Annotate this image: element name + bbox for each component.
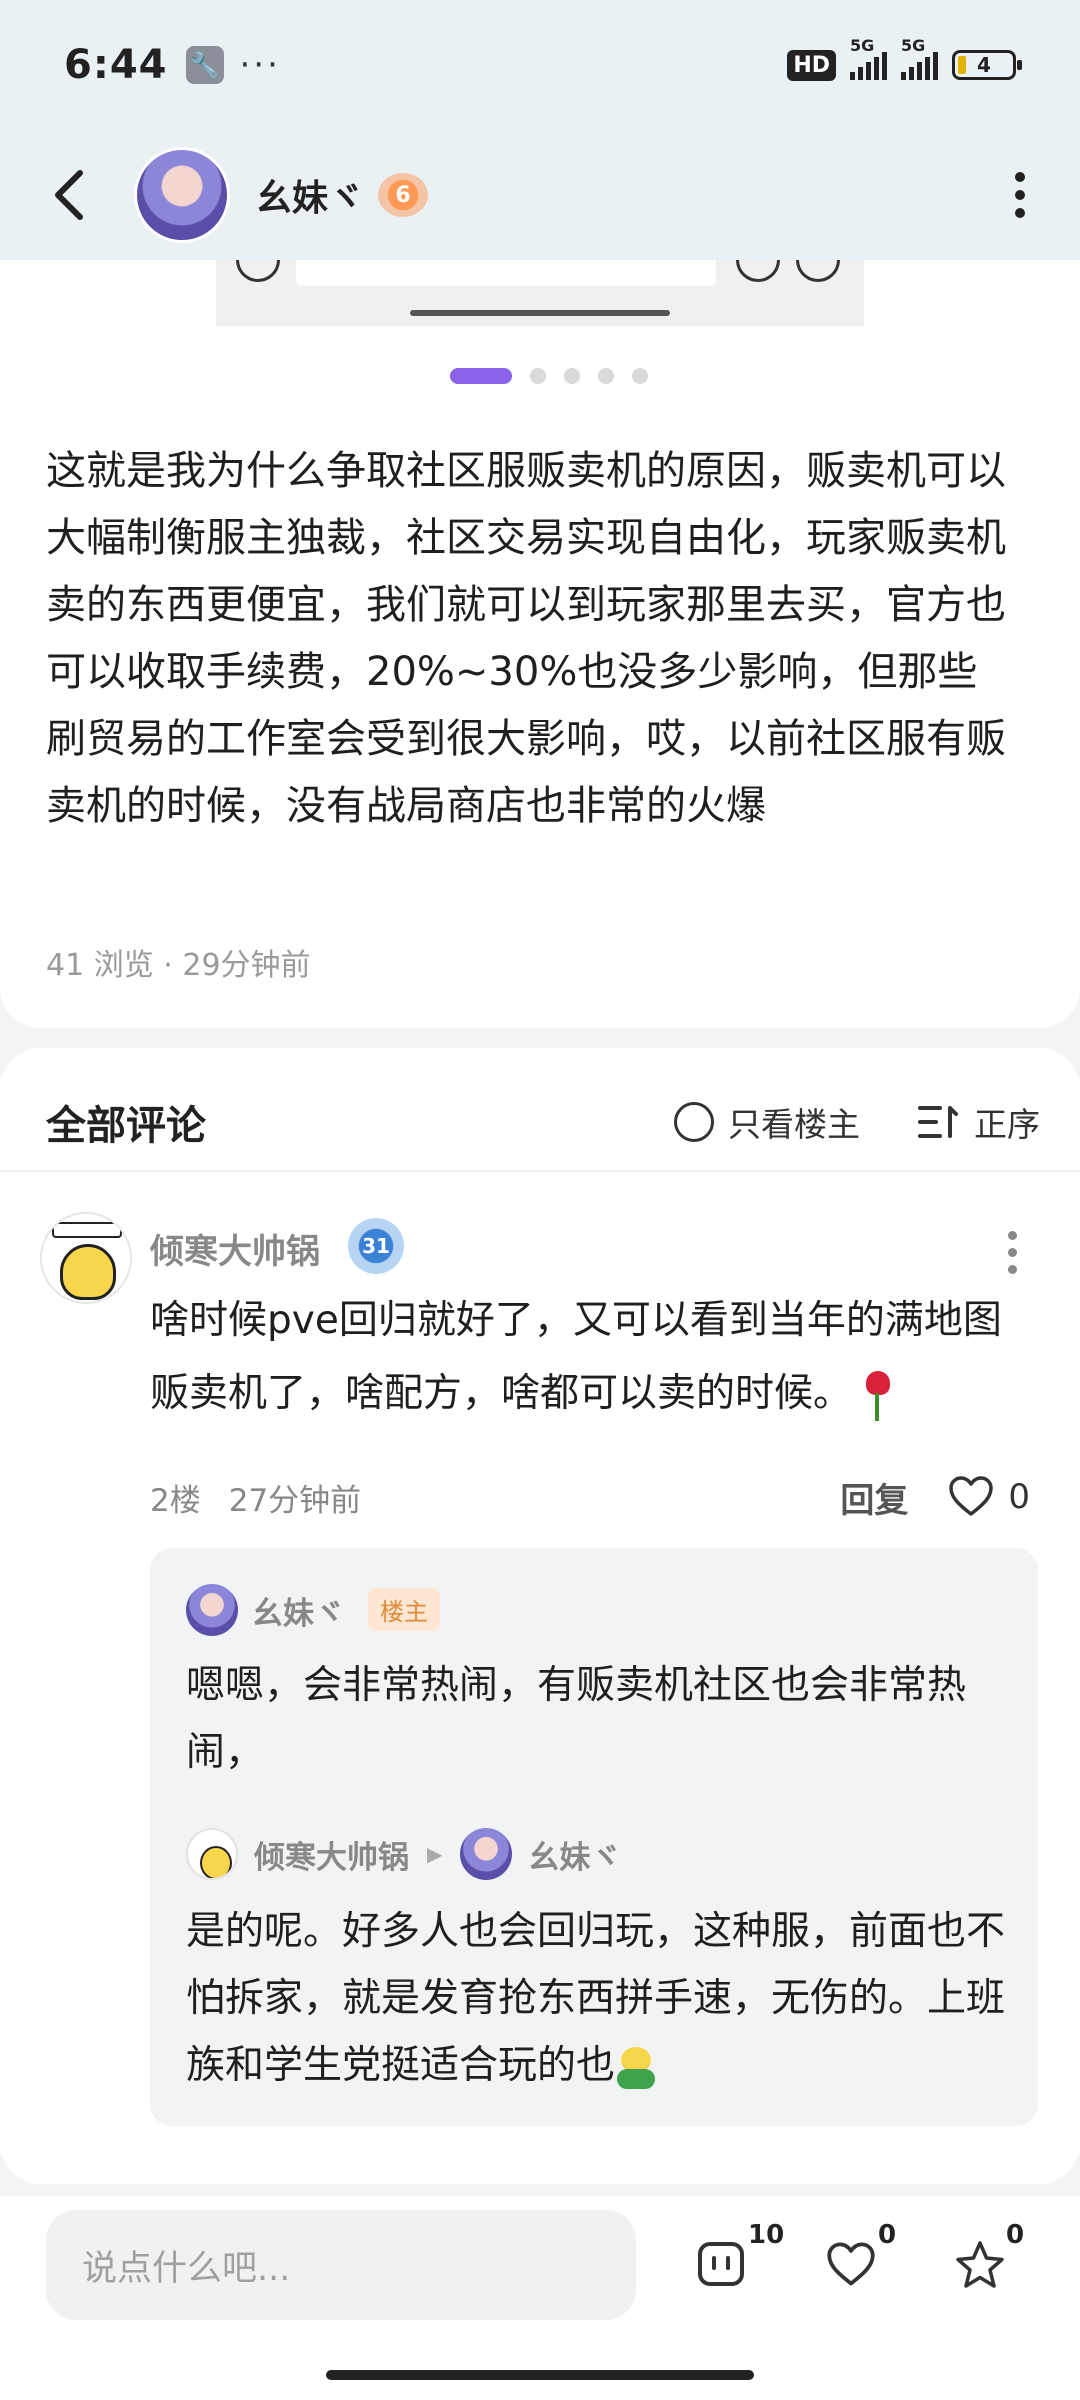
sort-button[interactable]: 正序 [918,1098,1040,1146]
comments-section: 全部评论 只看楼主 正序 倾寒大帅锅 31 啥时候pve回归就好了，又可以看到当… [0,1048,1080,2184]
status-time: 6:44 [64,42,168,88]
more-vertical-icon[interactable] [1000,165,1040,225]
carousel-dot[interactable] [530,368,546,384]
like-button[interactable]: 0 [826,2220,916,2300]
only-owner-toggle[interactable]: 只看楼主 [674,1098,860,1146]
signal-icon-2: 5G [901,36,938,80]
heart-icon [827,2242,875,2286]
comment-time: 27分钟前 [228,1482,362,1519]
rose-emoji-icon [862,1370,892,1421]
hd-icon: HD [787,49,836,81]
author-avatar[interactable] [134,147,230,243]
reply-text[interactable]: 是的呢。好多人也会回归玩，这种服，前面也不怕拆家，就是发育抢东西拼手速，无伤的。… [186,1898,1006,2099]
post-views: 41 浏览 [46,948,154,983]
comments-title: 全部评论 [46,1103,206,1149]
medal-badge: 31 [348,1218,404,1274]
comment-more-icon[interactable] [1008,1222,1020,1282]
comment-like-button[interactable]: 0 [948,1476,1030,1518]
back-button[interactable] [40,165,100,225]
signal-icon: 5G [850,36,887,80]
status-right-icons: HD 5G 5G 4 [787,36,1022,81]
nested-reply-header: 倾寒大帅锅 ▶ 幺妹ヾ [186,1828,621,1880]
reply-button[interactable]: 回复 [840,1473,908,1522]
comment-input[interactable]: 说点什么吧... [46,2210,636,2320]
reply-thread: 幺妹ヾ 楼主 嗯嗯，会非常热闹，有贩卖机社区也会非常热闹， 倾寒大帅锅 ▶ 幺妹… [150,1548,1038,2126]
wrench-icon: 🔧 [185,46,224,84]
radio-circle-icon [674,1102,714,1142]
divider [0,1170,1080,1172]
home-indicator[interactable] [326,2370,754,2380]
owner-tag: 楼主 [368,1588,440,1631]
reply-to-avatar[interactable] [460,1828,513,1880]
sort-icon [918,1106,958,1138]
status-bar: 6:44 🔧 ··· HD 5G 5G 4 [0,0,1080,130]
post-meta: 41 浏览 · 29分钟前 [46,948,311,983]
more-dots-icon: ··· [239,45,281,85]
reply-author[interactable]: 倾寒大帅锅 [254,1832,409,1877]
comments-header: 全部评论 只看楼主 正序 [46,1082,1040,1162]
favorite-count: 0 [1006,2220,1025,2250]
post-detail-page: 6:44 🔧 ··· HD 5G 5G 4 幺妹ヾ 6 这就是我为什么争取社区服… [0,0,1080,2400]
reply-author[interactable]: 幺妹ヾ [252,1588,345,1633]
reply-text[interactable]: 嗯嗯，会非常热闹，有贩卖机社区也会非常热闹， [186,1652,1006,1786]
bottom-action-bar: 说点什么吧... 10 0 0 [0,2196,1080,2400]
author-name[interactable]: 幺妹ヾ [256,169,364,221]
emoji-icon [615,2046,657,2089]
carousel-indicator [450,368,648,384]
post-body: 这就是我为什么争取社区服贩卖机的原因，贩卖机可以大幅制衡服主独裁，社区交易实现自… [46,448,1006,829]
level-badge: 6 [378,173,429,217]
reply-avatar[interactable] [186,1584,238,1636]
comment-text: 啥时候pve回归就好了，又可以看到当年的满地图贩卖机了，啥配方，啥都可以卖的时候… [150,1284,1030,1430]
comment-meta: 2楼 27分钟前 回复 0 [150,1472,1030,1522]
carousel-dot[interactable] [564,368,580,384]
like-count: 0 [878,2220,897,2250]
post-card: 这就是我为什么争取社区服贩卖机的原因，贩卖机可以大幅制衡服主独裁，社区交易实现自… [0,260,1080,1028]
carousel-dot-active[interactable] [450,368,512,384]
reply-avatar[interactable] [186,1828,238,1880]
comment-icon [698,2242,744,2286]
reply-arrow-icon: ▶ [427,1842,443,1866]
carousel-dot[interactable] [598,368,614,384]
comment-count-button[interactable]: 10 [696,2220,786,2300]
favorite-button[interactable]: 0 [954,2220,1044,2300]
post-time: 29分钟前 [182,948,311,983]
commenter-name[interactable]: 倾寒大帅锅 [150,1224,320,1273]
comment-count: 10 [748,2220,785,2250]
post-image[interactable] [216,260,864,326]
carousel-dot[interactable] [632,368,648,384]
commenter-avatar[interactable] [40,1212,132,1304]
back-arrow-icon [55,170,83,220]
battery-icon: 4 [952,50,1022,80]
post-header: 幺妹ヾ 6 [0,130,1080,260]
heart-icon [949,1476,994,1516]
reply-to-name[interactable]: 幺妹ヾ [528,1832,621,1877]
star-icon [956,2241,1004,2288]
comment-floor: 2楼 [150,1482,201,1519]
